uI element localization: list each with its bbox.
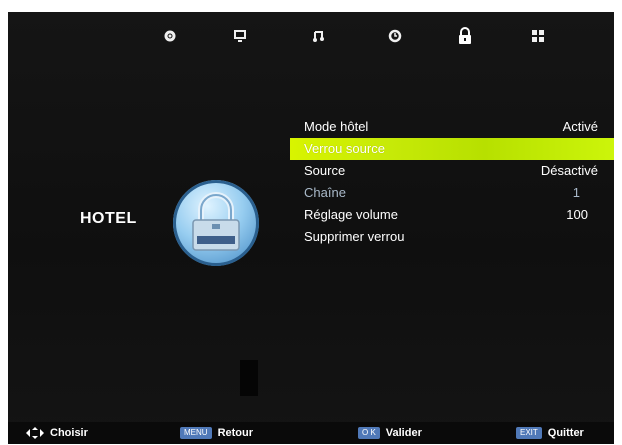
menu-item-label: Source: [304, 163, 346, 178]
menu-item-value: Désactivé: [540, 163, 598, 178]
menu-item-label: Supprimer verrou: [304, 229, 405, 244]
exit-key-badge: EXIT: [516, 427, 542, 439]
menu-item-label: Verrou source: [304, 141, 385, 156]
lock-illustration: [173, 180, 259, 266]
clock-icon[interactable]: [383, 24, 407, 48]
hint-back: MENU Retour: [180, 425, 253, 441]
hint-choose-label: Choisir: [50, 427, 88, 439]
tv-screen: HOTEL Mode hôtel Activé Verrou source So…: [0, 0, 622, 445]
padlock-icon[interactable]: [453, 24, 477, 48]
menu-item-mode-hotel[interactable]: Mode hôtel Activé: [290, 116, 614, 138]
monitor-icon[interactable]: [228, 24, 252, 48]
menu-item-reglage-volume[interactable]: Réglage volume 100: [290, 204, 614, 226]
music-note-icon[interactable]: [306, 24, 330, 48]
lock-illustration-icon: [192, 192, 240, 251]
menu-item-source[interactable]: Source Désactivé: [290, 160, 614, 182]
hint-ok: O K Valider: [358, 425, 422, 441]
dpad-icon: [26, 427, 44, 439]
hint-choose: Choisir: [26, 425, 88, 441]
top-tab-bar: [8, 12, 614, 60]
menu-item-label: Mode hôtel: [304, 119, 369, 134]
menu-item-value: 1: [572, 185, 580, 200]
footer-hint-bar: Choisir MENU Retour O K Valider EXIT Qui…: [8, 422, 614, 444]
menu-item-supprimer-verrou[interactable]: Supprimer verrou: [290, 226, 614, 248]
menu-item-verrou-source[interactable]: Verrou source: [290, 138, 614, 160]
tv-menu-panel: HOTEL Mode hôtel Activé Verrou source So…: [8, 12, 614, 444]
hint-exit: EXIT Quitter: [516, 425, 584, 441]
gear-icon[interactable]: [158, 24, 182, 48]
menu-item-label: Chaîne: [304, 185, 346, 200]
menu-item-chaine[interactable]: Chaîne 1: [290, 182, 614, 204]
hint-exit-label: Quitter: [547, 427, 584, 439]
menu-item-value: 100: [566, 207, 588, 222]
menu-key-badge: MENU: [180, 427, 212, 439]
menu-item-label: Réglage volume: [304, 207, 398, 222]
menu-item-value: Activé: [562, 119, 598, 134]
hint-ok-label: Valider: [385, 427, 422, 439]
hint-back-label: Retour: [217, 427, 254, 439]
hotel-menu-list: Mode hôtel Activé Verrou source Source D…: [290, 116, 614, 248]
section-label: HOTEL: [80, 210, 137, 227]
grid-icon[interactable]: [526, 24, 550, 48]
screen-artifact: [240, 360, 258, 396]
ok-key-badge: O K: [358, 427, 380, 439]
